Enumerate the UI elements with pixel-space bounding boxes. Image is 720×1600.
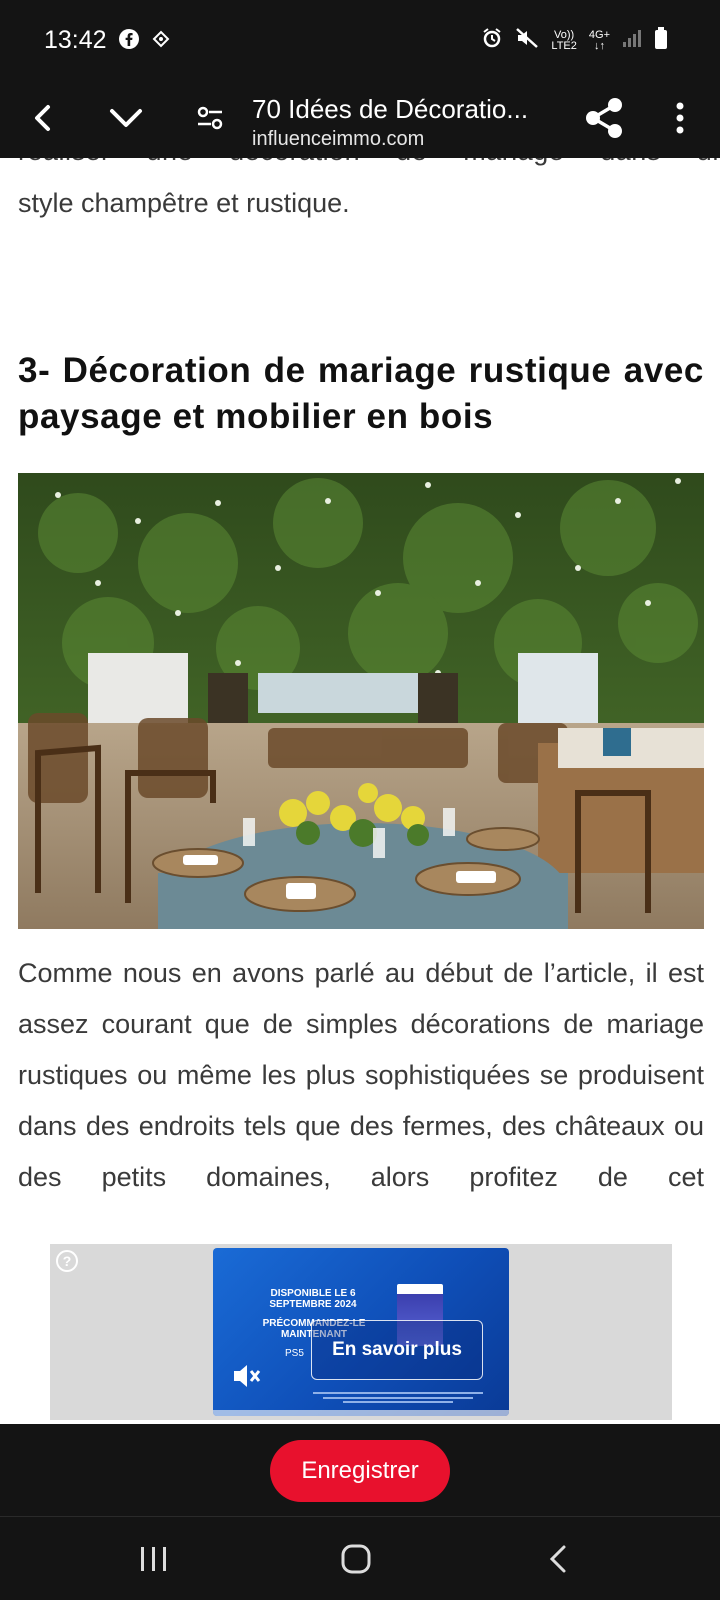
status-time: 13:42 — [44, 26, 107, 54]
article-content[interactable]: réaliser une décoration de mariage dans … — [0, 158, 720, 1236]
more-options-button[interactable] — [652, 90, 708, 146]
ad-learn-more-button[interactable]: En savoir plus — [311, 1320, 483, 1380]
recent-apps-button[interactable] — [114, 1529, 194, 1589]
ad-banner[interactable]: ? DISPONIBLE LE 6 SEPTEMBRE 2024 PRÉCOMM… — [50, 1244, 672, 1420]
battery-icon — [654, 26, 668, 55]
network-label: Vo)) LTE2 — [551, 28, 577, 52]
home-button[interactable] — [316, 1529, 396, 1589]
facebook-icon — [118, 28, 140, 55]
ad-platform-label: PS5 — [285, 1348, 304, 1359]
save-button[interactable]: Enregistrer — [270, 1440, 450, 1502]
article-body: Comme nous en avons parlé au début de l’… — [18, 958, 704, 1192]
recent-apps-icon — [141, 1547, 166, 1571]
more-vert-icon — [676, 102, 684, 134]
ad-fine-print — [313, 1390, 483, 1404]
status-bar: 13:42 Vo)) LTE2 4G+ ↓↑ — [0, 0, 720, 80]
mute-icon — [515, 27, 539, 54]
collapse-button[interactable] — [98, 90, 154, 146]
bottom-action-bar: Enregistrer — [0, 1424, 720, 1516]
muted-speaker-icon — [234, 1365, 261, 1387]
ad-creative[interactable]: DISPONIBLE LE 6 SEPTEMBRE 2024 PRÉCOMMAN… — [213, 1248, 509, 1416]
share-button[interactable] — [576, 90, 632, 146]
ad-release-date: DISPONIBLE LE 6 SEPTEMBRE 2024 — [269, 1288, 357, 1310]
section-heading: 3- Décoration de mariage rustique avec p… — [18, 351, 704, 436]
back-button[interactable] — [14, 90, 70, 146]
system-nav-bar — [0, 1516, 720, 1600]
chevron-down-icon — [110, 109, 142, 127]
status-notification-icons — [118, 28, 172, 55]
location-tag-icon — [150, 28, 172, 55]
browser-toolbar: 70 Idées de Décoratio... influenceimmo.c… — [0, 80, 720, 158]
home-icon — [341, 1544, 371, 1574]
back-arrow-icon — [35, 105, 50, 131]
ad-mute-button[interactable] — [231, 1362, 261, 1395]
article-cut-line: réaliser une décoration de mariage dans … — [18, 158, 720, 167]
system-back-button[interactable] — [518, 1529, 598, 1589]
page-domain[interactable]: influenceimmo.com — [252, 128, 424, 151]
ad-help-icon[interactable]: ? — [56, 1250, 78, 1272]
alarm-icon — [481, 27, 503, 54]
page-title[interactable]: 70 Idées de Décoratio... — [252, 94, 528, 125]
signal-icon — [622, 28, 642, 53]
article-paragraph-end: style champêtre et rustique. — [18, 188, 350, 218]
filter-sliders-icon — [197, 106, 223, 130]
system-back-icon — [549, 1545, 566, 1573]
network-type-label: 4G+ ↓↑ — [588, 28, 610, 52]
share-icon — [586, 98, 622, 138]
page-settings-button[interactable] — [182, 90, 238, 146]
ad-progress-bar — [213, 1410, 509, 1416]
wedding-photo[interactable] — [18, 473, 704, 929]
status-system-icons: Vo)) LTE2 4G+ ↓↑ — [481, 26, 668, 55]
